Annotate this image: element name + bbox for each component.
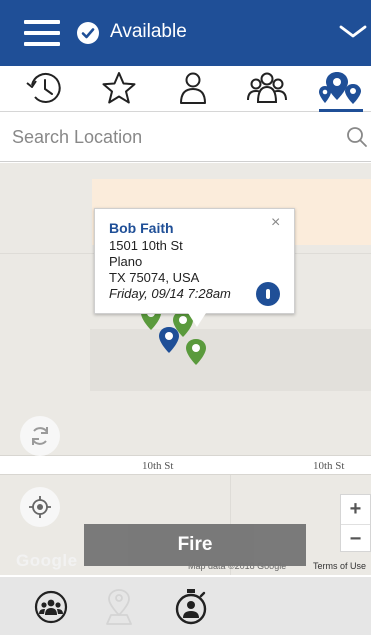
status-label[interactable]: Available [110, 21, 187, 43]
refresh-map-button[interactable] [20, 416, 60, 456]
map-pins-icon [319, 72, 361, 104]
bottom-nav-timer[interactable] [171, 587, 211, 627]
zoom-out-button[interactable]: − [341, 524, 370, 552]
tab-bar [0, 66, 371, 112]
popup-close-icon[interactable]: × [271, 215, 280, 231]
tab-favorites[interactable] [97, 70, 141, 106]
stopwatch-person-icon [175, 589, 207, 625]
map-pin-icon[interactable] [158, 326, 180, 354]
tab-history[interactable] [23, 70, 67, 106]
crosshair-icon [29, 496, 51, 518]
group-icon [247, 72, 287, 103]
tab-person[interactable] [171, 70, 215, 106]
location-info-popup: Bob Faith 1501 10th St Plano TX 75074, U… [94, 208, 295, 314]
bottom-nav-location[interactable] [99, 587, 139, 627]
zoom-controls: + − [340, 494, 371, 552]
search-icon[interactable] [346, 126, 368, 148]
chevron-down-icon[interactable] [338, 22, 368, 42]
fire-button[interactable]: Fire [84, 524, 306, 566]
tab-groups[interactable] [245, 70, 289, 106]
tab-map[interactable] [319, 70, 363, 112]
map-view[interactable]: 10th St 10th St Bob Faith 1501 10th St P… [0, 163, 371, 575]
street-label: 10th St [313, 460, 345, 472]
terms-link[interactable]: Terms of Use [313, 561, 366, 571]
map-pin-icon[interactable] [185, 338, 207, 366]
search-bar [0, 112, 371, 162]
top-bar: Available [0, 0, 371, 66]
popup-state-zip: TX 75074, USA [109, 270, 200, 285]
popup-address: 1501 10th St [109, 238, 183, 253]
star-icon [102, 72, 136, 104]
search-location-input[interactable] [12, 122, 332, 152]
person-icon [180, 72, 206, 104]
popup-contact-name: Bob Faith [109, 220, 174, 236]
bottom-nav [0, 577, 371, 635]
my-location-button[interactable] [20, 487, 60, 527]
popup-info-icon[interactable] [256, 282, 280, 306]
zoom-in-button[interactable]: + [341, 495, 370, 523]
location-person-icon [106, 589, 132, 625]
group-circle-icon [34, 590, 68, 624]
popup-tail [188, 313, 206, 327]
check-circle-icon [77, 22, 99, 44]
popup-city: Plano [109, 254, 143, 269]
refresh-icon [32, 427, 48, 445]
street-label: 10th St [142, 460, 174, 472]
menu-icon[interactable] [24, 20, 60, 46]
bottom-nav-groups[interactable] [31, 587, 71, 627]
google-logo: Google [16, 551, 78, 570]
popup-timestamp: Friday, 09/14 7:28am [109, 286, 231, 301]
history-icon [26, 72, 61, 103]
map-building [90, 329, 371, 391]
